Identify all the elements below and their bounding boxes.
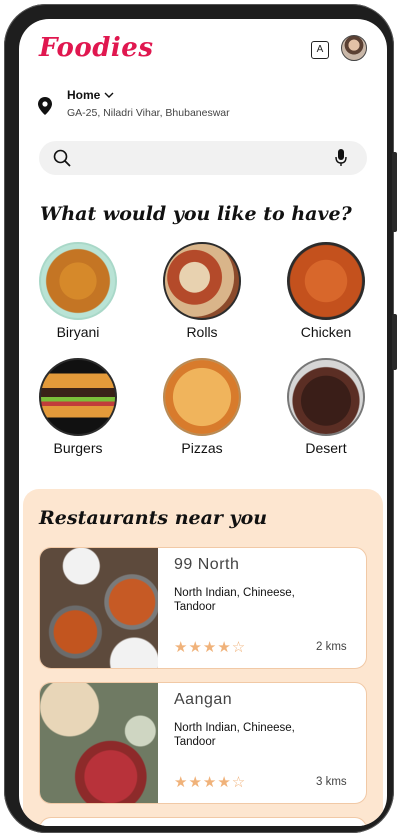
app-screen: Foodies A Home GA-25, Niladri Vihar, Bhu…: [19, 19, 387, 826]
restaurant-card-1[interactable]: Aangan North Indian, Chineese, Tandoor ★…: [39, 682, 367, 804]
category-burgers[interactable]: Burgers: [28, 358, 128, 456]
restaurant-photo: [40, 548, 158, 668]
phone-frame: Foodies A Home GA-25, Niladri Vihar, Bhu…: [4, 4, 397, 833]
user-avatar[interactable]: [341, 35, 367, 61]
biryani-image: [39, 242, 117, 320]
rating-stars: ★★★★☆: [174, 774, 247, 791]
categories-title: What would you like to have?: [40, 203, 352, 225]
restaurants-title: Restaurants near you: [39, 507, 268, 529]
category-rolls[interactable]: Rolls: [152, 242, 252, 340]
pizzas-image: [163, 358, 241, 436]
location-pin-icon: [38, 97, 52, 115]
location-label[interactable]: Home: [67, 88, 100, 102]
category-label: Chicken: [300, 324, 352, 340]
restaurant-cuisine: North Indian, Chineese, Tandoor: [174, 722, 295, 748]
chicken-image: [287, 242, 365, 320]
app-header: Foodies A: [19, 19, 387, 79]
search-icon: [53, 149, 71, 167]
app-logo: Foodies: [39, 33, 154, 63]
category-label: Desert: [305, 440, 347, 456]
category-label: Pizzas: [181, 440, 223, 456]
restaurant-distance: 3 kms: [316, 776, 347, 788]
restaurant-card-0[interactable]: 99 North North Indian, Chineese, Tandoor…: [39, 547, 367, 669]
category-label: Biryani: [56, 324, 100, 340]
desert-image: [287, 358, 365, 436]
category-label: Burgers: [53, 440, 103, 456]
restaurant-name: 99 North: [174, 556, 240, 573]
category-label: Rolls: [186, 324, 218, 340]
chevron-down-icon[interactable]: [103, 89, 115, 101]
restaurants-panel: Restaurants near you 99 North North Indi…: [23, 489, 383, 826]
rating-stars: ★★★★☆: [174, 639, 247, 656]
category-desert[interactable]: Desert: [276, 358, 376, 456]
volume-button: [392, 152, 397, 232]
restaurant-cuisine: North Indian, Chineese, Tandoor: [174, 587, 295, 613]
category-pizzas[interactable]: Pizzas: [152, 358, 252, 456]
category-biryani[interactable]: Biryani: [28, 242, 128, 340]
rolls-image: [163, 242, 241, 320]
restaurant-name: Aangan: [174, 691, 233, 708]
category-chicken[interactable]: Chicken: [276, 242, 376, 340]
translate-icon[interactable]: A: [311, 41, 329, 59]
location-address: GA-25, Niladri Vihar, Bhubaneswar: [67, 107, 230, 119]
burgers-image: [39, 358, 117, 436]
restaurant-card-2[interactable]: [39, 817, 367, 826]
power-button: [392, 314, 397, 370]
restaurant-distance: 2 kms: [316, 641, 347, 653]
microphone-icon[interactable]: [335, 149, 347, 167]
restaurant-photo: [40, 683, 158, 803]
search-bar[interactable]: [39, 141, 367, 175]
